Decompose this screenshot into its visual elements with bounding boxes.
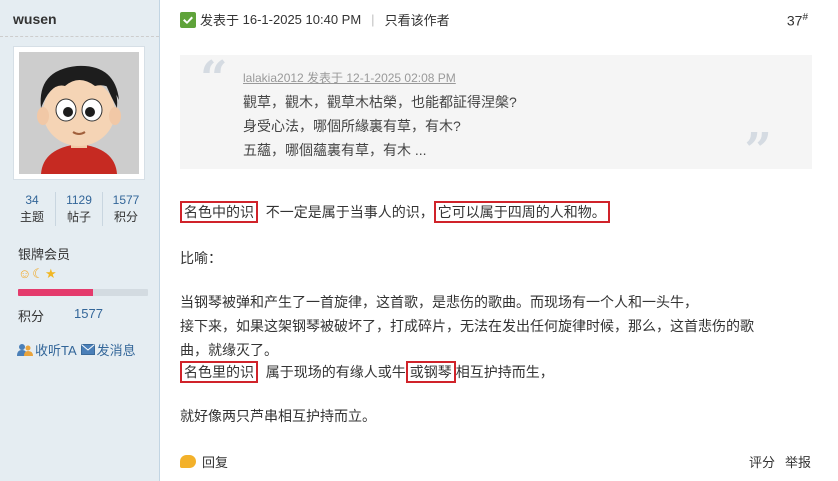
stat-value: 1129 bbox=[66, 193, 92, 207]
stat-value: 1577 bbox=[112, 193, 140, 207]
user-rank[interactable]: 银牌会员 bbox=[18, 244, 70, 263]
report-button[interactable]: 举报 bbox=[785, 452, 811, 471]
user-sidebar: wusen 34 主题 1129 帖子 1577 积分 银牌会员 ☺ ☾ ★ 积… bbox=[0, 0, 160, 481]
quote-line: 觀草，觀木，觀草木枯榮，也能都証得涅槃? bbox=[243, 94, 517, 110]
stat-label: 帖子 bbox=[66, 210, 91, 224]
open-quote-icon: “ bbox=[200, 51, 228, 107]
avatar-image bbox=[19, 52, 139, 174]
reply-bubble-icon bbox=[180, 455, 196, 468]
highlighted-text: 或钢琴 bbox=[405, 361, 456, 383]
only-author-link[interactable]: 只看该作者 bbox=[385, 10, 450, 29]
sidebar-divider bbox=[0, 36, 159, 37]
user-actions: 收听TA 发消息 bbox=[17, 340, 136, 359]
follow-label: 收听TA bbox=[35, 343, 77, 358]
avatar[interactable] bbox=[13, 46, 145, 180]
stat-value: 34 bbox=[25, 193, 39, 207]
quote-author-link[interactable]: lalakia2012 发表于 12-1-2025 02:08 PM bbox=[243, 69, 456, 86]
stat-label: 积分 bbox=[113, 210, 138, 224]
user-stats: 34 主题 1129 帖子 1577 积分 bbox=[9, 192, 149, 226]
post-header: 发表于 16-1-2025 10:40 PM | 只看该作者 bbox=[180, 10, 450, 29]
moon-medal-icon: ☾ bbox=[32, 266, 44, 281]
mail-icon bbox=[80, 344, 95, 355]
reply-label: 回复 bbox=[202, 455, 229, 470]
star-medal-icon: ★ bbox=[44, 266, 57, 281]
follow-link[interactable]: 收听TA bbox=[17, 340, 77, 359]
rate-button[interactable]: 评分 bbox=[749, 452, 775, 471]
paragraph-2: 比喻： bbox=[180, 250, 222, 266]
highlighted-text: 名色里的识 bbox=[180, 361, 258, 383]
paragraph-3-line-1: 当钢琴被弹和产生了一首旋律，这首歌，是悲伤的歌曲。而现场有一个人和一头牛， bbox=[180, 294, 698, 310]
quote-block: “ lalakia2012 发表于 12-1-2025 02:08 PM 觀草，… bbox=[180, 51, 812, 175]
body-text: 相互护持而生， bbox=[455, 364, 554, 380]
close-quote-icon: ” bbox=[744, 123, 772, 179]
posted-time: 16-1-2025 10:40 PM bbox=[242, 12, 362, 27]
medal-row: ☺ ☾ ★ bbox=[18, 266, 57, 282]
quote-line: 五蘊，哪個蘊裏有草，有木 ... bbox=[243, 142, 427, 158]
sun-medal-icon: ☺ bbox=[18, 266, 32, 281]
online-status-icon bbox=[180, 11, 196, 28]
stat-credits[interactable]: 1577 积分 bbox=[102, 192, 149, 226]
posted-prefix: 发表于 bbox=[200, 13, 240, 28]
paragraph-1: 名色中的识 不一定是属于当事人的识， 它可以属于四周的人和物。 bbox=[180, 201, 610, 223]
points-row: 积分 1577 bbox=[18, 306, 103, 325]
stat-posts[interactable]: 1129 帖子 bbox=[55, 192, 102, 226]
post-content: 发表于 16-1-2025 10:40 PM | 只看该作者 37# “ lal… bbox=[160, 0, 838, 481]
paragraph-5: 就好像两只芦串相互护持而立。 bbox=[180, 408, 376, 424]
body-text: 不一定是属于当事人的识， bbox=[265, 204, 434, 220]
floor-number-value: 37 bbox=[786, 12, 803, 29]
paragraph-3-line-3: 曲，就缘灭了。 bbox=[180, 342, 278, 358]
paragraph-4: 名色里的识 属于现场的有缘人或牛 或钢琴 相互护持而生， bbox=[180, 361, 554, 383]
header-separator: | bbox=[371, 12, 375, 27]
quote-line: 身受心法，哪個所緣裏有草，有木? bbox=[243, 118, 461, 134]
post-footer-actions: 评分 举报 bbox=[749, 452, 811, 471]
message-link[interactable]: 发消息 bbox=[80, 340, 136, 359]
floor-number[interactable]: 37# bbox=[787, 12, 808, 29]
body-text: 属于现场的有缘人或牛 bbox=[265, 364, 406, 380]
level-progress-fill bbox=[18, 289, 94, 296]
quote-text: 觀草，觀木，觀草木枯榮，也能都証得涅槃? 身受心法，哪個所緣裏有草，有木? 五蘊… bbox=[243, 90, 517, 162]
stat-threads[interactable]: 34 主题 bbox=[9, 192, 55, 226]
people-icon bbox=[17, 343, 33, 356]
message-label: 发消息 bbox=[96, 343, 136, 358]
highlighted-text: 它可以属于四周的人和物。 bbox=[433, 201, 610, 223]
level-progress-bar bbox=[18, 289, 148, 296]
username[interactable]: wusen bbox=[13, 11, 57, 27]
paragraph-3-line-2: 接下来，如果这架钢琴被破坏了，打成碎片，无法在发出任何旋律时候，那么，这首悲伤的… bbox=[180, 318, 754, 334]
floor-symbol: # bbox=[802, 12, 808, 23]
reply-button[interactable]: 回复 bbox=[180, 452, 228, 471]
highlighted-text: 名色中的识 bbox=[180, 201, 258, 223]
points-value[interactable]: 1577 bbox=[74, 306, 103, 325]
stat-label: 主题 bbox=[19, 210, 44, 224]
points-label: 积分 bbox=[18, 309, 45, 324]
